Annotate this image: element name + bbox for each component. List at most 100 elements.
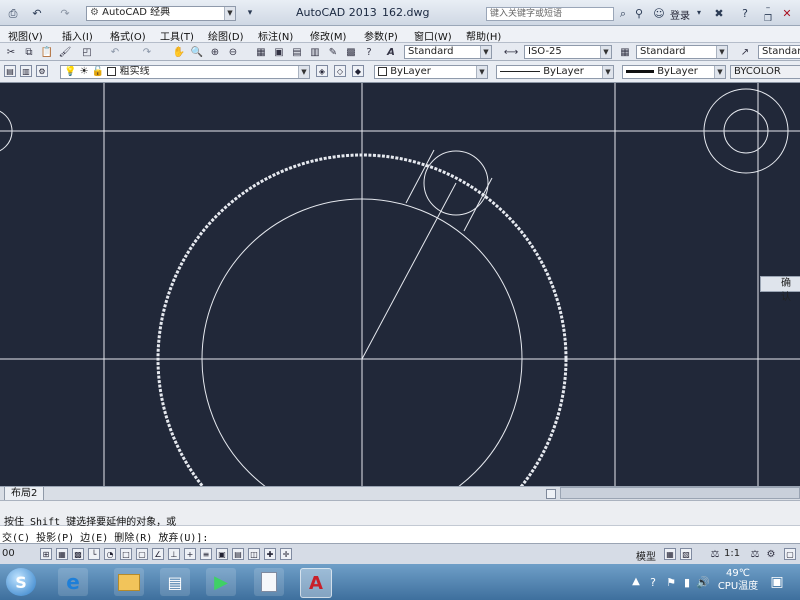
- 3d-osnap-icon[interactable]: ▢: [136, 548, 148, 560]
- zoom-realtime-icon[interactable]: 🔍: [190, 46, 204, 58]
- start-button[interactable]: S: [6, 568, 36, 596]
- search-icon[interactable]: ⌕: [616, 6, 630, 20]
- lineweight-dropdown[interactable]: ByLayer ▼: [622, 65, 726, 79]
- restore-icon[interactable]: ❐: [762, 14, 774, 24]
- tray-help-icon[interactable]: ?: [646, 575, 660, 589]
- annotation-scale[interactable]: 1:1: [724, 548, 740, 559]
- mleader-style-dropdown[interactable]: Standard: [758, 45, 800, 59]
- dynamic-input-icon[interactable]: +: [184, 548, 196, 560]
- explorer-icon[interactable]: [114, 568, 144, 596]
- allow-ucs-icon[interactable]: ⊥: [168, 548, 180, 560]
- toolbar-undo-icon[interactable]: ↶: [108, 46, 122, 58]
- login-link[interactable]: 登录: [670, 7, 690, 22]
- table-style-dropdown[interactable]: Standard ▼: [636, 45, 728, 59]
- grid-display-icon[interactable]: ▩: [72, 548, 84, 560]
- command-input[interactable]: 交(C) 投影(P) 边(E) 删除(R) 放弃(U)]:: [0, 526, 800, 544]
- linetype-dropdown[interactable]: ByLayer ▼: [496, 65, 614, 79]
- toolbar-dropdown-icon[interactable]: ▾: [244, 6, 256, 20]
- layer-properties-icon[interactable]: ▤: [4, 65, 16, 77]
- menu-parametric[interactable]: 参数(P): [364, 28, 398, 43]
- clean-screen-icon[interactable]: ▢: [784, 548, 796, 560]
- pan-icon[interactable]: ✋: [172, 46, 186, 58]
- annotation-visibility-icon[interactable]: ⚖: [748, 548, 762, 560]
- autocad-taskbar-icon[interactable]: A: [300, 568, 332, 598]
- zoom-window-icon[interactable]: ⊕: [208, 46, 222, 58]
- user-icon[interactable]: ☺: [652, 6, 666, 20]
- selection-cycling-icon[interactable]: ◫: [248, 548, 260, 560]
- tray-volume-icon[interactable]: 🔊: [696, 575, 710, 589]
- layer-match-icon[interactable]: ◆: [352, 65, 364, 77]
- plotstyle-dropdown[interactable]: BYCOLOR: [730, 65, 800, 79]
- dim-style-dropdown[interactable]: ISO-25 ▼: [524, 45, 612, 59]
- toolbar-redo-icon[interactable]: ↷: [140, 46, 154, 58]
- design-center-icon[interactable]: ▣: [272, 46, 286, 58]
- text-style-dropdown[interactable]: Standard ▼: [404, 45, 492, 59]
- object-snap-tracking-icon[interactable]: ∠: [152, 548, 164, 560]
- tray-flag-icon[interactable]: ⚑: [664, 575, 678, 589]
- tab-layout2[interactable]: 布局2: [4, 487, 45, 501]
- ie-icon[interactable]: e: [58, 568, 88, 596]
- object-snap-icon[interactable]: □: [120, 548, 132, 560]
- calculator-icon[interactable]: ▩: [344, 46, 358, 58]
- minimize-icon[interactable]: –: [762, 3, 774, 12]
- menu-window[interactable]: 窗口(W): [414, 28, 452, 43]
- layer-dropdown[interactable]: 💡 ☀ 🔓 粗实线 ▼: [60, 65, 310, 79]
- paste-icon[interactable]: 📋: [40, 46, 54, 58]
- match-properties-icon[interactable]: 🖌: [58, 46, 72, 58]
- menu-draw[interactable]: 绘图(D): [208, 28, 244, 43]
- sheet-set-icon[interactable]: ▥: [308, 46, 322, 58]
- help-toolbar-icon[interactable]: ?: [362, 46, 376, 58]
- document-icon[interactable]: [254, 568, 284, 596]
- menu-modify[interactable]: 修改(M): [310, 28, 346, 43]
- lineweight-toggle-icon[interactable]: ≡: [200, 548, 212, 560]
- markup-icon[interactable]: ✎: [326, 46, 340, 58]
- tray-show-desktop-icon[interactable]: ▣: [768, 573, 786, 591]
- quick-view-drawings-icon[interactable]: ▧: [680, 548, 692, 560]
- menu-view[interactable]: 视图(V): [8, 28, 43, 43]
- menu-help[interactable]: 帮助(H): [466, 28, 501, 43]
- tool-palettes-icon[interactable]: ▤: [290, 46, 304, 58]
- color-dropdown[interactable]: ByLayer ▼: [374, 65, 488, 79]
- menu-dimension[interactable]: 标注(N): [258, 28, 293, 43]
- zoom-previous-icon[interactable]: ⊖: [226, 46, 240, 58]
- redo-icon[interactable]: ↷: [58, 6, 72, 20]
- undo-icon[interactable]: ↶: [30, 6, 44, 20]
- ortho-mode-icon[interactable]: └: [88, 548, 100, 560]
- annotation-monitor-icon[interactable]: ✚: [264, 548, 276, 560]
- transparency-icon[interactable]: ▣: [216, 548, 228, 560]
- media-player-icon[interactable]: ▶: [206, 568, 236, 596]
- print-icon[interactable]: ⎙: [6, 6, 20, 20]
- infer-constraints-icon[interactable]: ⊞: [40, 548, 52, 560]
- confirm-tooltip[interactable]: 确认: [760, 276, 800, 303]
- drawing-canvas[interactable]: 确认: [0, 83, 800, 486]
- snap-mode-icon[interactable]: ▦: [56, 548, 68, 560]
- search-input[interactable]: 键入关键字或短语: [486, 7, 614, 21]
- menu-tools[interactable]: 工具(T): [160, 28, 194, 43]
- close-icon[interactable]: ✕: [780, 6, 794, 20]
- model-space-label[interactable]: 模型: [636, 548, 656, 563]
- polar-tracking-icon[interactable]: ◔: [104, 548, 116, 560]
- layer-state-icon[interactable]: ▥: [20, 65, 32, 77]
- media-library-icon[interactable]: ▤: [160, 568, 190, 596]
- help-icon[interactable]: ?: [738, 6, 752, 20]
- tray-network-icon[interactable]: ▮: [680, 575, 694, 589]
- make-current-icon[interactable]: ◈: [316, 65, 328, 77]
- cross-icon[interactable]: ✛: [280, 548, 292, 560]
- quick-view-layouts-icon[interactable]: ▦: [664, 548, 676, 560]
- tray-expand-icon[interactable]: ▲: [630, 576, 642, 588]
- menu-format[interactable]: 格式(O): [110, 28, 146, 43]
- menu-insert[interactable]: 插入(I): [62, 28, 93, 43]
- layer-tools-icon[interactable]: ⚙: [36, 65, 48, 77]
- block-editor-icon[interactable]: ◰: [80, 46, 94, 58]
- workspace-dropdown[interactable]: ⚙ AutoCAD 经典 ▼: [86, 6, 236, 21]
- quick-properties-icon[interactable]: ▤: [232, 548, 244, 560]
- copy-icon[interactable]: ⧉: [22, 46, 36, 58]
- layer-previous-icon[interactable]: ◇: [334, 65, 346, 77]
- login-dropdown-icon[interactable]: ▾: [694, 8, 704, 18]
- horizontal-scrollbar[interactable]: [560, 487, 800, 499]
- properties-icon[interactable]: ▦: [254, 46, 268, 58]
- tabs-scroll-handle[interactable]: [546, 489, 556, 499]
- exchange-icon[interactable]: ✖: [712, 6, 726, 20]
- cut-icon[interactable]: ✂: [4, 46, 18, 58]
- binoculars-icon[interactable]: ⚲: [632, 6, 646, 20]
